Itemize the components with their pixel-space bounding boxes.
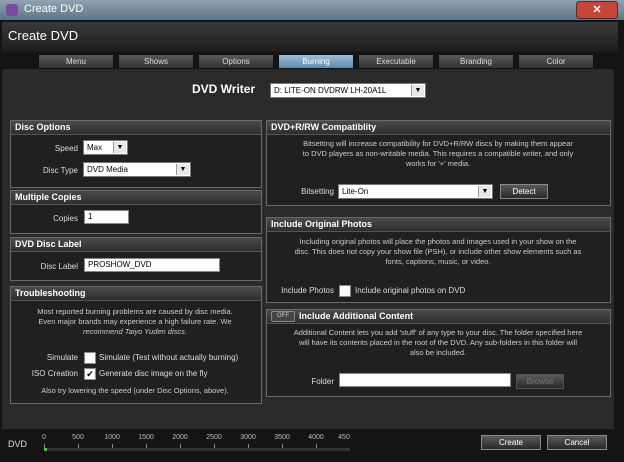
troubleshooting-hint: Also try lowering the speed (under Disc …	[41, 386, 229, 395]
original-photos-desc-3: fonts, captions, music, or video.	[385, 257, 491, 266]
browse-button[interactable]: Browse	[516, 374, 564, 389]
ruler-tick-label: 500	[72, 434, 84, 441]
tab-burning[interactable]: Burning	[278, 54, 354, 69]
original-photos-title: Include Original Photos	[267, 218, 610, 232]
window-title: Create DVD	[24, 3, 84, 15]
additional-content-desc-3: also be included.	[409, 348, 467, 357]
title-bar: Create DVD ✕	[0, 0, 624, 20]
multiple-copies-panel: Multiple Copies	[10, 190, 262, 234]
simulate-checkbox[interactable]	[84, 352, 96, 364]
folder-label: Folder	[311, 377, 334, 386]
dvd-writer-label: DVD Writer	[192, 82, 256, 96]
ruler-tick-label: 3000	[240, 434, 256, 441]
copies-label: Copies	[53, 214, 78, 223]
app-icon	[6, 4, 18, 16]
chevron-down-icon: ▼	[176, 164, 189, 175]
original-photos-desc-1: Including original photos will place the…	[299, 237, 577, 246]
bitsetting-value: Lite-On	[342, 187, 369, 196]
compatibility-desc-3: works for '+' media.	[405, 159, 471, 168]
dvd-disc-label-title: DVD Disc Label	[11, 238, 261, 252]
speed-value: Max	[87, 143, 103, 152]
include-photos-text: Include original photos on DVD	[355, 286, 466, 295]
dialog-title: Create DVD	[8, 28, 79, 43]
speed-label: Speed	[54, 144, 78, 153]
dialog-header: Create DVD	[2, 22, 618, 52]
troubleshooting-desc-1: Most reported burning problems are cause…	[37, 307, 233, 316]
disc-type-value: DVD Media	[87, 165, 128, 174]
ruler-tick-label: 3500	[274, 434, 290, 441]
folder-input[interactable]	[339, 373, 511, 387]
chevron-down-icon: ▼	[411, 85, 424, 96]
copies-input[interactable]: 1	[84, 210, 129, 224]
cancel-button[interactable]: Cancel	[547, 435, 607, 450]
additional-content-desc-2: will have its contents placed in the roo…	[298, 338, 578, 347]
create-dvd-window: Create DVD ✕ Create DVD Menu Shows Optio…	[0, 0, 624, 462]
include-photos-checkbox[interactable]	[339, 285, 351, 297]
disc-type-label: Disc Type	[43, 166, 78, 175]
additional-content-desc-1: Additional Content lets you add 'stuff' …	[293, 328, 583, 337]
troubleshooting-title: Troubleshooting	[11, 287, 261, 301]
create-button[interactable]: Create	[481, 435, 541, 450]
compatibility-title: DVD+R/RW Compatiblity	[267, 121, 610, 135]
close-button[interactable]: ✕	[576, 1, 618, 19]
troubleshooting-desc-2: Even major brands may experience a high …	[38, 317, 232, 326]
tab-options[interactable]: Options	[198, 54, 274, 69]
bitsetting-label: Bitsetting	[301, 187, 334, 196]
ruler-tick-label: 2500	[206, 434, 222, 441]
dvd-meter-label: DVD	[8, 439, 28, 449]
multiple-copies-title: Multiple Copies	[11, 191, 261, 205]
disc-options-title: Disc Options	[11, 121, 261, 135]
iso-creation-checkbox[interactable]: ✔	[84, 368, 96, 380]
dvd-writer-value: D: LITE-ON DVDRW LH-20A1L	[274, 86, 387, 95]
tab-branding[interactable]: Branding	[438, 54, 514, 69]
iso-creation-label: ISO Creation	[31, 369, 78, 378]
capacity-meter	[44, 448, 350, 451]
ruler-tick-label: 4000	[308, 434, 324, 441]
chevron-down-icon: ▼	[113, 142, 126, 153]
additional-content-title: Include Additional Content	[267, 310, 610, 324]
iso-creation-text: Generate disc image on the fly	[99, 369, 208, 378]
detect-button[interactable]: Detect	[500, 184, 548, 199]
dvd-writer-select[interactable]: D: LITE-ON DVDRW LH-20A1L ▼	[270, 83, 426, 98]
additional-content-toggle[interactable]: OFF	[271, 311, 295, 322]
speed-select[interactable]: Max ▼	[83, 140, 128, 155]
ruler-tick-label: 450	[338, 434, 350, 441]
simulate-label: Simulate	[46, 353, 78, 362]
troubleshooting-desc-3: recommend Taiyo Yuden discs.	[83, 327, 187, 336]
chevron-down-icon: ▼	[478, 186, 491, 197]
ruler-tick-label: 2000	[172, 434, 188, 441]
simulate-text: Simulate (Test without actually burning)	[99, 353, 239, 362]
tab-bar: Menu Shows Options Burning Executable Br…	[38, 54, 598, 69]
tab-menu[interactable]: Menu	[38, 54, 114, 69]
ruler-tick-label: 1000	[104, 434, 120, 441]
tab-executable[interactable]: Executable	[358, 54, 434, 69]
ruler-tick-label: 1500	[138, 434, 154, 441]
tab-shows[interactable]: Shows	[118, 54, 194, 69]
disc-options-panel: Disc Options	[10, 120, 262, 188]
original-photos-desc-2: disc. This does not copy your show file …	[294, 247, 582, 256]
include-photos-label: Include Photos	[281, 286, 334, 295]
compatibility-desc-1: Bitsetting will increase compatibility f…	[303, 139, 573, 148]
disc-label-label: Disc Label	[40, 262, 78, 271]
disc-label-input[interactable]: PROSHOW_DVD	[84, 258, 220, 272]
tab-color[interactable]: Color	[518, 54, 594, 69]
compatibility-desc-2: to DVD players as non-writable media. Th…	[302, 149, 574, 158]
bitsetting-select[interactable]: Lite-On ▼	[338, 184, 493, 199]
disc-type-select[interactable]: DVD Media ▼	[83, 162, 191, 177]
capacity-meter-fill	[44, 448, 48, 451]
ruler-tick-label: 0	[42, 434, 46, 441]
